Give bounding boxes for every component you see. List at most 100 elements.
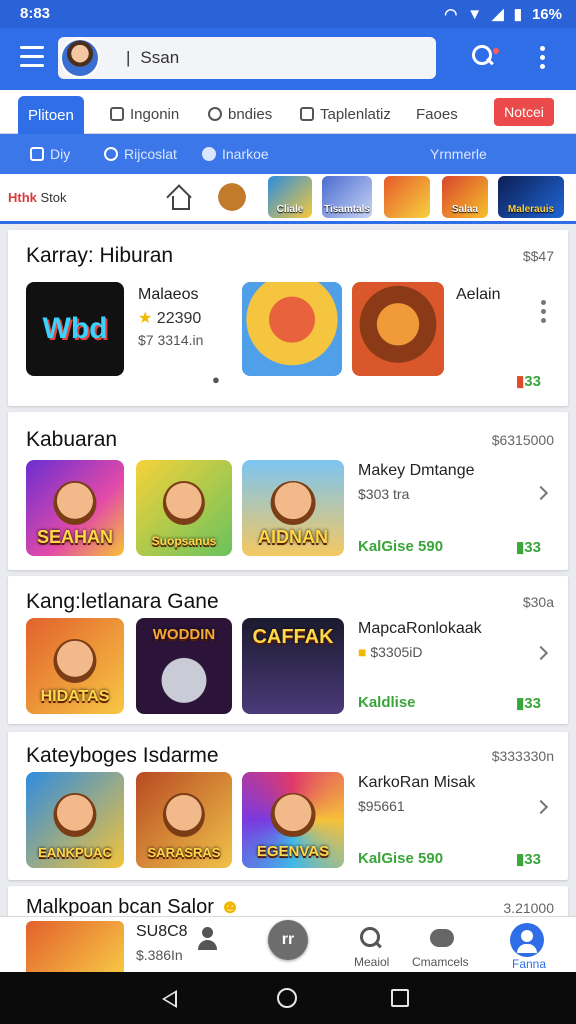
stats-label: 33 — [524, 695, 541, 712]
nav-label-cmamcels[interactable]: Cmamcels — [412, 955, 469, 969]
stats-icon[interactable]: ▮33 — [516, 372, 541, 390]
game-tile[interactable] — [242, 282, 342, 376]
game-tile[interactable]: HIDATAS — [26, 618, 124, 714]
chevron-right-icon[interactable] — [533, 645, 549, 661]
app-name[interactable]: MapcaRonlokaak — [358, 620, 482, 638]
game-tile[interactable]: WODDIN — [136, 618, 232, 714]
person-icon[interactable] — [196, 927, 220, 951]
tab-plitoen[interactable]: Plitoen — [18, 96, 84, 134]
search-icon[interactable] — [472, 45, 494, 67]
app-name[interactable]: Malaeos — [138, 286, 198, 304]
game-tile[interactable]: EANKPUAC — [26, 772, 124, 868]
home-button-icon[interactable] — [277, 988, 297, 1008]
system-nav-bar — [0, 972, 576, 1024]
more-options-icon[interactable] — [541, 300, 546, 327]
nav-label-meaiol[interactable]: Meaiol — [354, 955, 389, 969]
search-box[interactable]: Ssan — [58, 37, 436, 79]
stats-icon[interactable]: ▮33 — [516, 538, 541, 556]
game-tile[interactable]: CAFFAK — [242, 618, 344, 714]
app-name[interactable]: Makey Dmtange — [358, 462, 475, 480]
game-tile[interactable]: AIDNAN — [242, 460, 344, 556]
game-tile-label: WODDIN — [152, 626, 216, 643]
signal-icon: ▼ — [467, 5, 483, 23]
strip-thumb[interactable]: Salaa — [442, 176, 488, 218]
subtab-yrnmerle[interactable]: Yrnmerle — [430, 146, 487, 162]
avatar[interactable] — [60, 38, 100, 78]
section-title-text: Malkpoan bcan Salor — [26, 896, 214, 918]
game-tile[interactable]: EGENVAS — [242, 772, 344, 868]
subtab-label: Diy — [50, 146, 71, 162]
strip-thumb[interactable]: Tisamtals — [322, 176, 372, 218]
featured-strip: Hthk Stok Cliale Tisamtals Salaa Malerau… — [0, 174, 576, 224]
section-title[interactable]: Kateyboges Isdarme — [26, 744, 219, 768]
circle-icon — [104, 147, 118, 161]
home-icon[interactable] — [168, 188, 190, 210]
tab-label: bndies — [228, 105, 273, 123]
gamepad-icon[interactable] — [430, 929, 454, 947]
profile-icon[interactable] — [510, 923, 544, 957]
app-price: $303 tra — [358, 486, 410, 502]
tab-faoes[interactable]: Faoes — [416, 98, 458, 130]
stats-label: 33 — [524, 851, 541, 868]
tab-bar: Plitoen Ingonin bndies Taplenlatiz Faoes… — [0, 90, 576, 134]
nav-center-button[interactable]: rr — [268, 920, 308, 960]
back-icon[interactable] — [162, 990, 177, 1008]
strip-thumb[interactable] — [384, 176, 430, 218]
chevron-right-icon[interactable] — [533, 485, 549, 501]
section-card: Kabuaran $6315000 SEAHAN Suopsanus AIDNA… — [8, 412, 568, 570]
section-title[interactable]: Karray: Hiburan — [26, 244, 173, 268]
strip-thumb-heart[interactable] — [210, 176, 254, 218]
strip-thumb[interactable]: Malerauis — [498, 176, 564, 218]
search-input[interactable]: Ssan — [126, 48, 179, 68]
game-tile[interactable] — [352, 282, 444, 376]
app-price: $.386In — [136, 947, 183, 963]
tab-label: Taplenlatiz — [320, 105, 391, 123]
character-image — [53, 639, 97, 684]
strip-label-prefix: Hthk — [8, 190, 37, 205]
subtab-label: Rijcoslat — [124, 146, 177, 162]
game-tile-label: Suopsanus — [151, 534, 217, 548]
app-logo-tile[interactable]: Wbd — [26, 282, 124, 376]
stats-label: 33 — [524, 539, 541, 556]
bottom-nav: SU8C8 $.386In rr Meaiol Cmamcels Fanna — [0, 916, 576, 973]
tab-ingonin[interactable]: Ingonin — [110, 98, 179, 130]
section-title[interactable]: Kang:letlanara Gane — [26, 590, 219, 614]
strip-label[interactable]: Hthk Stok — [8, 190, 67, 205]
chevron-right-icon[interactable] — [533, 799, 549, 815]
game-tile[interactable]: SEAHAN — [26, 460, 124, 556]
menu-icon[interactable] — [20, 46, 44, 68]
stats-icon[interactable]: ▮33 — [516, 694, 541, 712]
app-name-secondary[interactable]: Aelain — [456, 286, 500, 304]
game-tile[interactable]: Suopsanus — [136, 460, 232, 556]
tab-taplenlatiz[interactable]: Taplenlatiz — [300, 98, 391, 130]
app-name[interactable]: SU8C8 — [136, 923, 188, 941]
game-tile-label: SARASRAS — [147, 845, 221, 860]
tab-bndies[interactable]: bndies — [208, 98, 272, 130]
stats-icon[interactable]: ▮33 — [516, 850, 541, 868]
app-rating-value: 22390 — [156, 310, 202, 327]
strip-thumb[interactable]: Cliale — [268, 176, 312, 218]
notice-badge-button[interactable]: Notcei — [494, 98, 554, 126]
subtab-rijcoslat[interactable]: Rijcoslat — [104, 146, 177, 162]
game-tile[interactable] — [26, 921, 124, 973]
game-tile-label: CAFFAK — [252, 626, 334, 648]
subtab-inarkoe[interactable]: Inarkoe — [202, 146, 269, 162]
search-icon[interactable] — [360, 927, 382, 949]
section-title[interactable]: Kabuaran — [26, 428, 117, 452]
game-tile-label: HIDATAS — [40, 688, 110, 705]
emoji-icon: ☻ — [219, 896, 241, 918]
subtab-diy[interactable]: Diy — [30, 146, 70, 162]
character-image — [270, 481, 316, 526]
game-tile[interactable]: SARASRAS — [136, 772, 232, 868]
section-price: $$47 — [522, 248, 554, 264]
app-price: $7 3314.in — [138, 332, 204, 348]
more-options-icon[interactable] — [540, 46, 546, 70]
recents-icon[interactable] — [391, 989, 409, 1007]
tab-label: Faoes — [416, 105, 458, 123]
nav-label-fanna[interactable]: Fanna — [512, 957, 546, 971]
app-name[interactable]: KarkoRan Misak — [358, 774, 475, 792]
tab-label: Ingonin — [130, 105, 180, 123]
section-card: Kateyboges Isdarme $333330n EANKPUAC SAR… — [8, 732, 568, 880]
signal-bars-icon: ◢ — [492, 6, 504, 23]
strip-thumb-label: Cliale — [276, 204, 304, 215]
